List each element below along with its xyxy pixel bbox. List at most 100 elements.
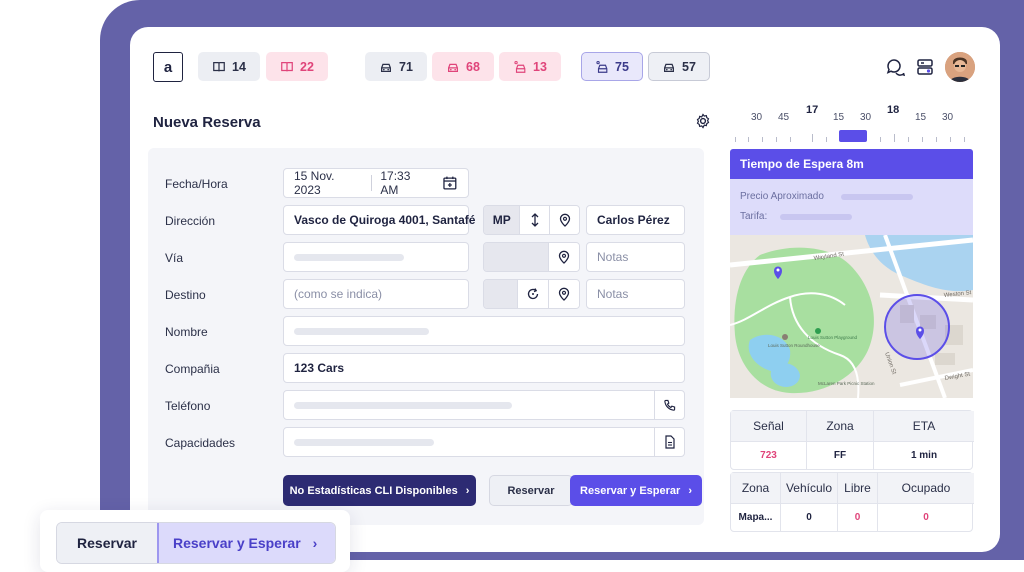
chat-icon[interactable]	[885, 57, 905, 77]
reservar-button[interactable]: Reservar	[489, 475, 573, 506]
chevron-right-icon: ›	[688, 484, 692, 497]
label-direccion: Dirección	[165, 214, 216, 228]
counter-passenger-car-75[interactable]: 75	[581, 52, 643, 81]
via-selector[interactable]	[484, 243, 548, 271]
calendar-icon[interactable]	[442, 175, 458, 191]
table-cell: 0	[781, 503, 838, 531]
precio-skeleton	[841, 194, 913, 200]
table-header: Zona	[807, 411, 874, 441]
stats-button[interactable]: No Estadísticas CLI Disponibles ›	[283, 475, 476, 506]
destino-input[interactable]: (como se indica)	[283, 279, 469, 309]
label-telefono: Teléfono	[165, 399, 211, 413]
document-icon	[664, 435, 675, 449]
table-cell: 1 min	[874, 441, 974, 469]
ruler-selection-marker[interactable]	[839, 130, 867, 142]
user-avatar[interactable]	[945, 52, 975, 82]
table-cell: 723	[731, 441, 807, 469]
map-view[interactable]: Wayland St Weston St Union St Dwight St …	[730, 235, 973, 398]
compania-input[interactable]: 123 Cars	[283, 353, 685, 383]
floating-reservar-esperar-button[interactable]: Reservar y Esperar ›	[157, 523, 335, 563]
table-cell: 0	[878, 503, 974, 531]
phone-icon	[664, 399, 676, 411]
counter-value: 71	[399, 59, 413, 74]
reservar-esperar-button[interactable]: Reservar y Esperar ›	[570, 475, 702, 506]
ruler-label: 15	[833, 112, 845, 123]
location-pin-button[interactable]	[549, 206, 579, 234]
top-bar: a 14 22 71 68 13 75 57	[130, 27, 1000, 107]
table-header: Señal	[731, 411, 807, 441]
nombre-input[interactable]	[283, 316, 685, 346]
counter-book-14[interactable]: 14	[198, 52, 260, 81]
via-actions	[483, 242, 580, 272]
counter-value: 57	[682, 59, 696, 74]
telefono-input[interactable]	[283, 390, 685, 420]
label-nombre: Nombre	[165, 325, 208, 339]
reservar-esperar-label: Reservar y Esperar	[580, 484, 681, 497]
tarifa-skeleton	[780, 214, 852, 220]
notas-field[interactable]: Notas	[586, 242, 685, 272]
via-input[interactable]	[283, 242, 469, 272]
book-icon	[281, 61, 293, 71]
document-button[interactable]	[654, 428, 684, 456]
call-button[interactable]	[654, 391, 684, 419]
counter-car-71[interactable]: 71	[365, 52, 427, 81]
location-pin-button[interactable]	[548, 243, 579, 271]
swap-button[interactable]	[519, 206, 550, 234]
place-label: Louis Sutton Roundhouse	[768, 343, 820, 348]
app-window: a 14 22 71 68 13 75 57 Nueva Reserva Fec…	[130, 27, 1000, 552]
table-header: Zona	[731, 473, 781, 503]
table-header: Vehículo	[781, 473, 838, 503]
counter-value: 13	[533, 59, 547, 74]
direccion-value: Vasco de Quiroga 4001, Santafé	[294, 213, 476, 227]
time-value: 17:33 AM	[380, 169, 411, 197]
precio-label: Precio Aproximado	[740, 191, 824, 202]
destino-actions	[483, 279, 580, 309]
counter-book-22[interactable]: 22	[266, 52, 328, 81]
placeholder-skeleton	[294, 253, 404, 261]
car-icon	[381, 63, 392, 72]
cliente-value: Carlos Pérez	[597, 213, 670, 227]
ruler-label: 15	[915, 112, 927, 123]
counter-car-57[interactable]: 57	[648, 52, 710, 81]
time-ruler[interactable]: 30 45 17 15 30 18 15 30	[730, 102, 973, 142]
counter-value: 68	[466, 59, 480, 74]
floating-action-card: Reservar Reservar y Esperar ›	[40, 510, 350, 572]
label-destino: Destino	[165, 288, 206, 302]
label-fecha: Fecha/Hora	[165, 177, 228, 191]
direccion-input[interactable]: Vasco de Quiroga 4001, Santafé	[283, 205, 475, 235]
floating-reservar-button[interactable]: Reservar	[57, 523, 157, 563]
ruler-label: 30	[860, 112, 872, 123]
ruler-label: 30	[942, 112, 954, 123]
passenger-car-icon	[596, 60, 608, 73]
capacidades-input[interactable]	[283, 427, 685, 457]
table-header: Libre	[838, 473, 878, 503]
placeholder-skeleton	[294, 327, 429, 335]
signal-table: Señal Zona ETA 723 FF 1 min	[730, 410, 974, 470]
app-logo[interactable]: a	[153, 52, 183, 82]
zone-table: Zona Vehículo Libre Ocupado Mapa... 0 0 …	[730, 472, 974, 532]
placeholder-skeleton	[294, 438, 434, 446]
counter-passenger-car-13[interactable]: 13	[499, 52, 561, 81]
location-pin-icon	[559, 213, 570, 227]
counter-value: 14	[232, 59, 246, 74]
counter-car-68[interactable]: 68	[432, 52, 494, 81]
refresh-icon	[527, 288, 539, 300]
book-icon	[213, 61, 225, 71]
gear-icon[interactable]	[695, 113, 711, 129]
server-settings-icon[interactable]	[915, 57, 935, 77]
place-label: McLaren Park Picnic Station	[818, 381, 875, 386]
divider	[371, 175, 373, 191]
datetime-field[interactable]: 15 Nov. 2023 17:33 AM	[283, 168, 469, 198]
reservation-form: Fecha/Hora Dirección Vía Destino Nombre …	[148, 148, 704, 525]
refresh-button[interactable]	[517, 280, 548, 308]
mp-toggle[interactable]: MP	[484, 206, 520, 234]
destino-selector[interactable]	[484, 280, 517, 308]
cliente-field[interactable]: Carlos Pérez	[586, 205, 685, 235]
notas-field[interactable]: Notas	[586, 279, 685, 309]
counter-value: 75	[615, 59, 629, 74]
notas-placeholder: Notas	[597, 287, 629, 301]
ruler-label: 45	[778, 112, 790, 123]
wait-time-details: Precio Aproximado Tarifa:	[730, 179, 973, 235]
notas-placeholder: Notas	[597, 250, 629, 264]
location-pin-button[interactable]	[548, 280, 579, 308]
